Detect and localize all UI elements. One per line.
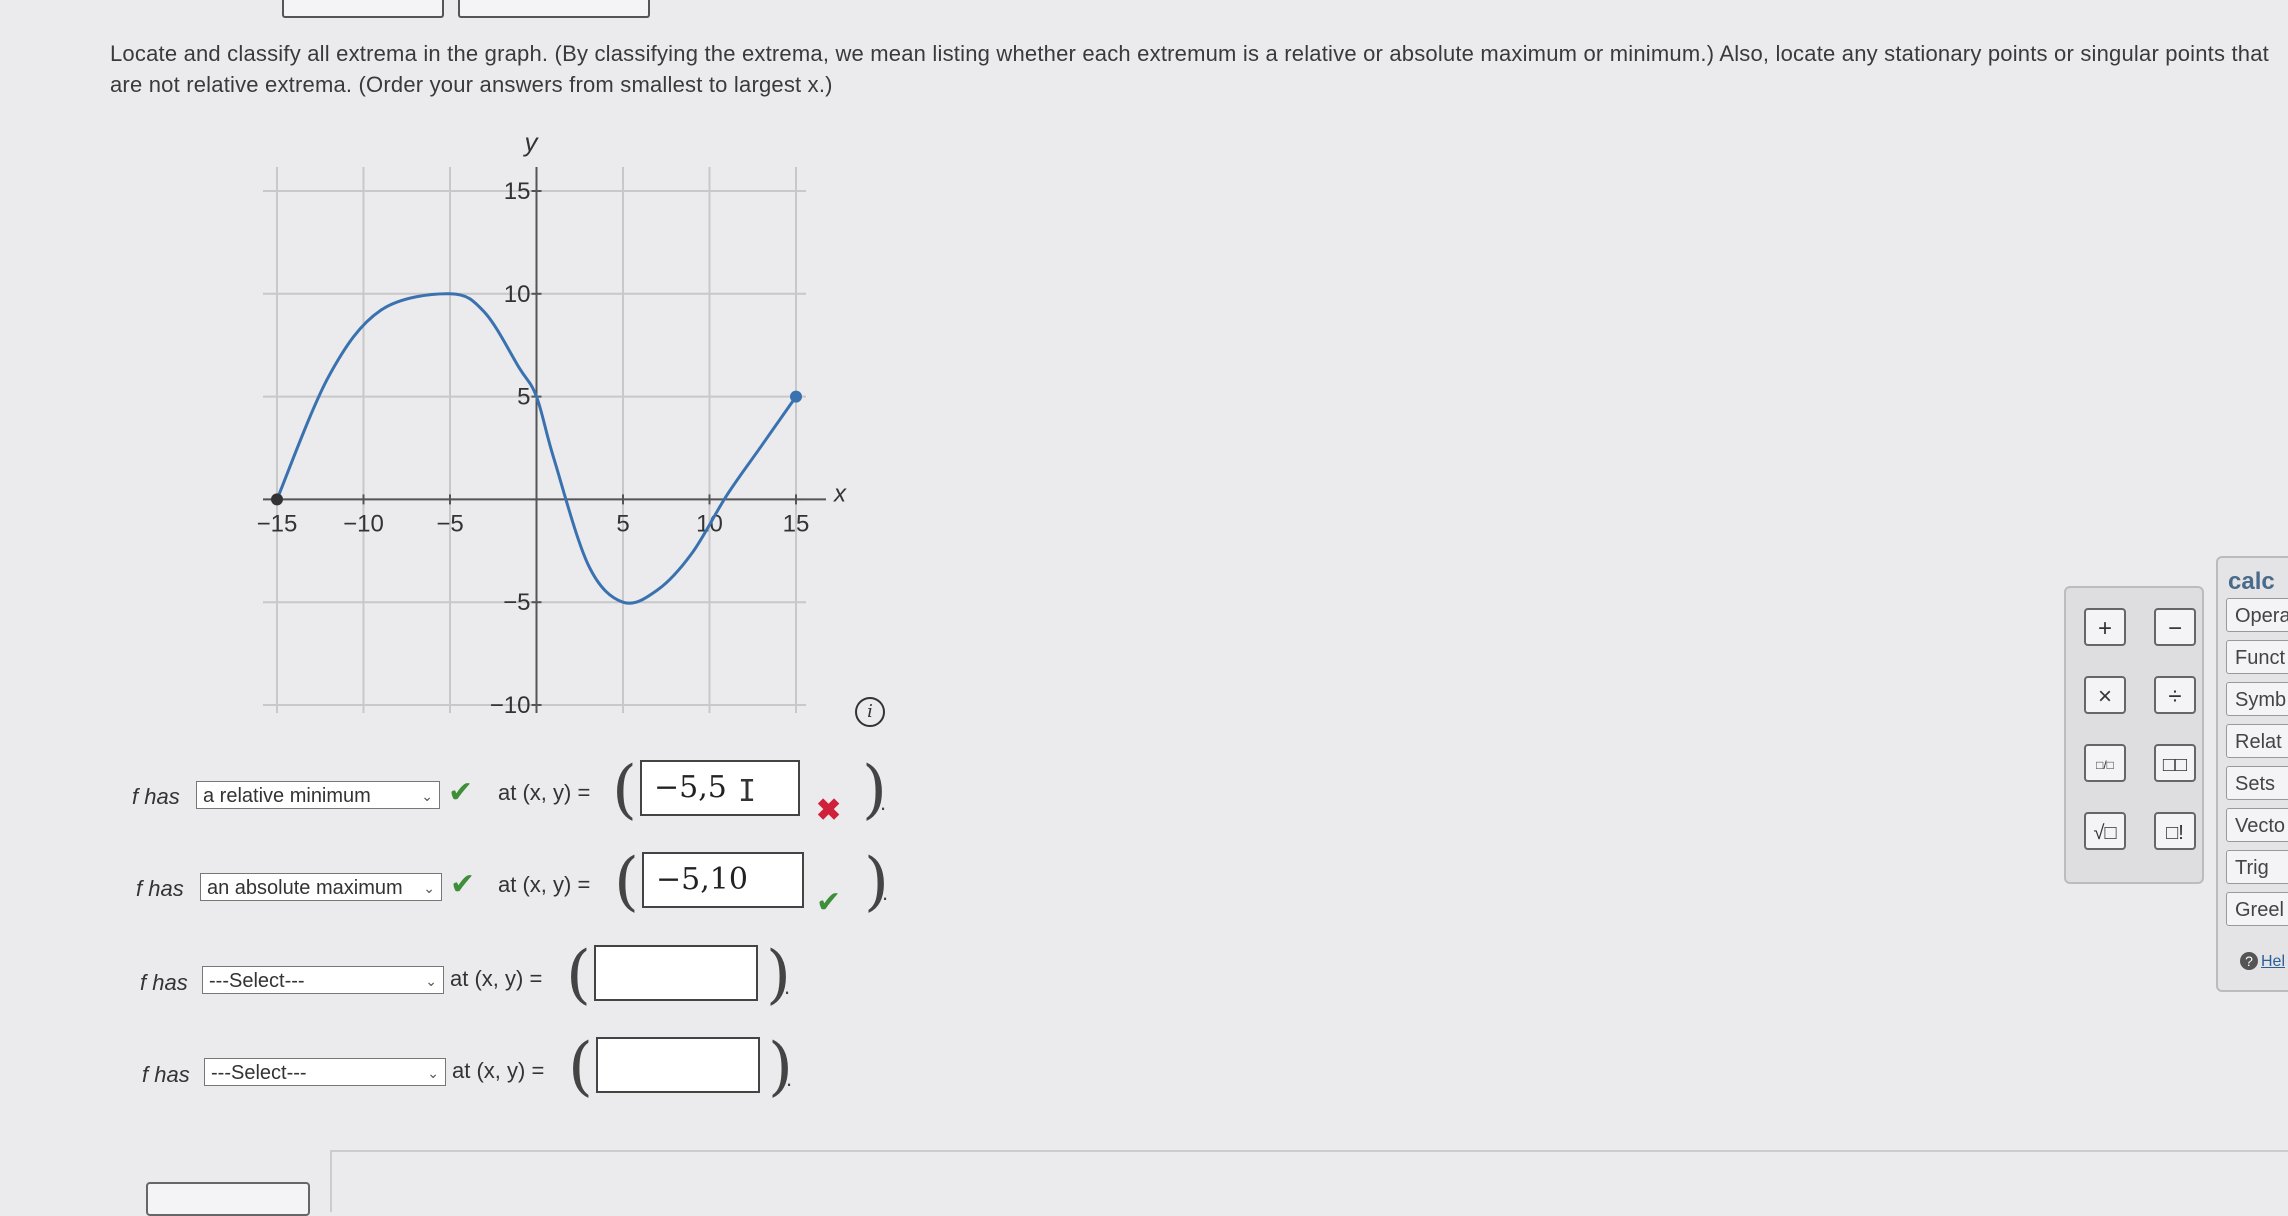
minus-button[interactable]: −: [2154, 608, 2196, 646]
check-icon: ✔: [448, 776, 474, 809]
period: .: [882, 880, 889, 905]
math-keypad: + − × ÷ □/□ □□ √□ □!: [2064, 586, 2204, 884]
incorrect-x-icon: ✖: [816, 794, 842, 827]
x-tick-label: 15: [783, 510, 810, 537]
exponent-button[interactable]: □□: [2154, 744, 2196, 782]
classification-select-4[interactable]: ---Select--- ⌄: [204, 1058, 446, 1086]
info-icon[interactable]: i: [855, 697, 885, 727]
f-has-label: f has: [142, 1062, 190, 1087]
x-tick-label: −15: [257, 510, 298, 537]
times-button[interactable]: ×: [2084, 676, 2126, 714]
calc-trig-tab[interactable]: Trig: [2226, 850, 2288, 884]
x-tick-label: 5: [616, 510, 629, 537]
divide-button[interactable]: ÷: [2154, 676, 2196, 714]
period: .: [880, 790, 887, 815]
answer-input-4[interactable]: [596, 1037, 760, 1093]
question-text: Locate and classify all extrema in the g…: [110, 41, 2269, 97]
graph-axes: [263, 167, 826, 713]
chevron-down-icon: ⌄: [425, 973, 437, 989]
calc-operations-tab[interactable]: Opera: [2226, 598, 2288, 632]
select-value: ---Select---: [209, 970, 305, 992]
y-tick-label: −5: [503, 589, 530, 616]
help-icon: ?: [2240, 952, 2258, 970]
y-tick-label: −10: [490, 692, 531, 719]
classification-select-1[interactable]: a relative minimum ⌄: [196, 781, 440, 809]
calc-vectors-tab[interactable]: Vecto: [2226, 808, 2288, 842]
x-tick-label: −5: [436, 510, 463, 537]
calc-greek-tab[interactable]: Greel: [2226, 892, 2288, 926]
x-tick-label: −10: [343, 510, 384, 537]
y-tick-label: 5: [517, 384, 530, 411]
calc-functions-tab[interactable]: Funct: [2226, 640, 2288, 674]
top-tab-2[interactable]: [458, 0, 650, 18]
at-xy-label: at (x, y) =: [498, 780, 591, 805]
y-tick-label: 15: [504, 178, 531, 205]
select-value: a relative minimum: [203, 785, 371, 807]
f-has-label: f has: [140, 970, 188, 995]
help-text: Hel: [2261, 953, 2286, 970]
endpoint-dot: [790, 390, 802, 403]
f-has-label: f has: [136, 876, 184, 901]
answer-value: −5,5: [654, 770, 727, 805]
calc-title: calc: [2228, 568, 2275, 595]
y-axis-label: y: [523, 130, 540, 157]
endpoint-dot: [271, 493, 283, 506]
at-xy-label: at (x, y) =: [498, 872, 591, 897]
open-paren: (: [614, 845, 639, 919]
bottom-panel-edge: [330, 1150, 2288, 1212]
calc-symbols-tab[interactable]: Symb: [2226, 682, 2288, 716]
open-paren: (: [612, 753, 637, 827]
function-graph: −15 −10 −5 5 10 1515105−5−10 x y: [257, 130, 847, 719]
select-value: an absolute maximum: [207, 877, 403, 899]
y-tick-label: 10: [504, 281, 531, 308]
open-paren: (: [566, 938, 591, 1012]
calc-sets-tab[interactable]: Sets: [2226, 766, 2288, 800]
at-xy-label: at (x, y) =: [452, 1058, 545, 1083]
period: .: [786, 1066, 793, 1091]
chevron-down-icon: ⌄: [427, 1065, 439, 1081]
sqrt-button[interactable]: √□: [2084, 812, 2126, 850]
answer-input-1[interactable]: −5,5: [640, 760, 800, 816]
classification-select-2[interactable]: an absolute maximum ⌄: [200, 873, 442, 901]
select-value: ---Select---: [211, 1062, 307, 1084]
classification-select-3[interactable]: ---Select--- ⌄: [202, 966, 444, 994]
f-has-label: f has: [132, 784, 180, 809]
calc-panel: calc Opera Funct Symb Relat Sets Vecto T…: [2216, 556, 2288, 992]
x-axis-label: x: [833, 480, 847, 507]
check-icon: ✔: [816, 886, 842, 919]
open-paren: (: [568, 1030, 593, 1104]
bottom-button[interactable]: [146, 1182, 310, 1216]
check-icon: ✔: [450, 868, 476, 901]
graph-tick-labels: −15 −10 −5 5 10 1515105−5−10: [257, 178, 810, 719]
top-tab-1[interactable]: [282, 0, 444, 18]
calc-help-link[interactable]: ? Hel: [2240, 952, 2285, 971]
at-xy-label: at (x, y) =: [450, 966, 543, 991]
chevron-down-icon: ⌄: [423, 880, 435, 896]
factorial-button[interactable]: □!: [2154, 812, 2196, 850]
chevron-down-icon: ⌄: [421, 788, 433, 804]
graph-grid: [263, 167, 806, 713]
calc-relations-tab[interactable]: Relat: [2226, 724, 2288, 758]
answer-input-2[interactable]: −5,10: [642, 852, 804, 908]
fraction-button[interactable]: □/□: [2084, 744, 2126, 782]
answer-value: −5,10: [656, 862, 748, 897]
answer-input-3[interactable]: [594, 945, 758, 1001]
text-cursor-icon: I: [738, 774, 757, 809]
plus-button[interactable]: +: [2084, 608, 2126, 646]
period: .: [784, 974, 791, 999]
